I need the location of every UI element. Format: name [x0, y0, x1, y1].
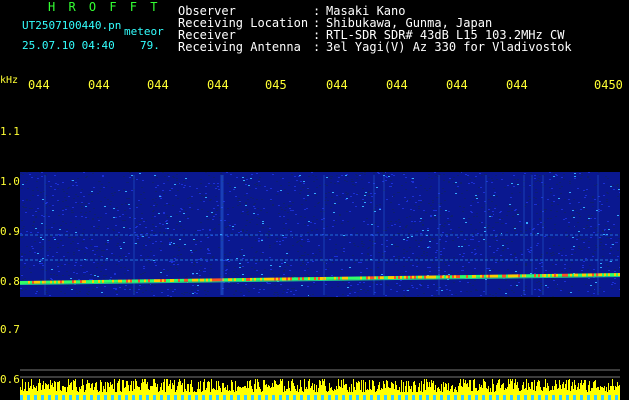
file-name: UT2507100440.pn — [22, 19, 122, 32]
timestamp: 25.07.10 04:40 — [22, 39, 115, 52]
spectrogram — [20, 172, 620, 400]
freq-tick: 0.7 — [0, 323, 20, 336]
unit-label: kHz — [0, 75, 19, 86]
antenna-value: 3el Yagi(V) Az 330 for Vladivostok — [326, 40, 572, 54]
time-tick: 044 — [147, 78, 169, 92]
freq-tick: 1.1 — [0, 125, 20, 138]
freq-tick: 1.0 — [0, 175, 20, 188]
activity-bar — [20, 379, 620, 400]
meteor-label: meteor — [124, 25, 164, 38]
antenna-label: Receiving Antenna — [178, 40, 301, 54]
freq-tick: 0.8 — [0, 275, 20, 288]
time-tick: 044 — [326, 78, 348, 92]
time-tick: 044 — [386, 78, 408, 92]
time-tick: 044 — [446, 78, 468, 92]
time-tick: 044 — [28, 78, 50, 92]
time-tick: 0450 — [594, 78, 623, 92]
meteor-count: 79. — [140, 39, 160, 52]
freq-tick: 0.9 — [0, 225, 20, 238]
antenna-colon: : — [313, 40, 321, 54]
time-tick: 044 — [506, 78, 528, 92]
freq-tick: 0.6 — [0, 373, 20, 386]
app-brand: H R O F F T — [48, 0, 161, 14]
time-tick: 044 — [88, 78, 110, 92]
time-tick: 045 — [265, 78, 287, 92]
time-tick: 044 — [207, 78, 229, 92]
